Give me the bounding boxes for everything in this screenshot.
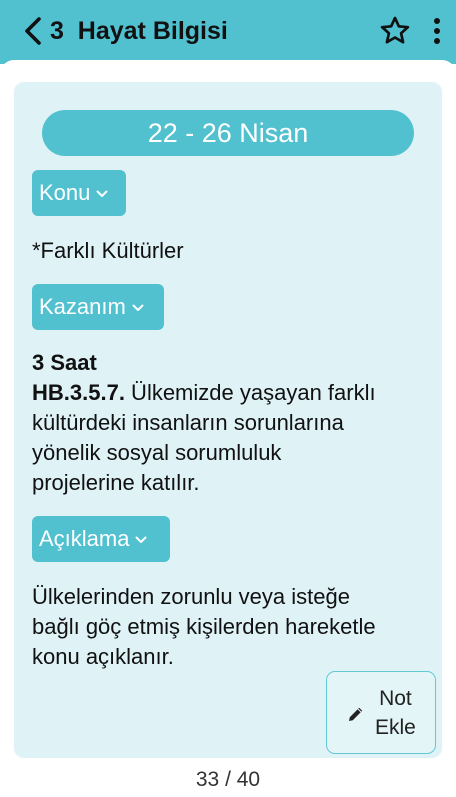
chevron-down-icon xyxy=(135,536,147,544)
outcome-text: 3 Saat HB.3.5.7. Ülkemizde yaşayan farkl… xyxy=(32,348,432,498)
outcome-toggle-button[interactable]: Kazanım xyxy=(32,284,164,330)
outcome-code: HB.3.5.7. xyxy=(32,380,125,405)
topic-text: *Farklı Kültürler xyxy=(32,238,184,263)
outcome-line-2: kültürdeki insanların sorunlarına xyxy=(32,410,344,435)
chevron-down-icon xyxy=(132,304,144,312)
page-title: 3 Hayat Bilgisi xyxy=(50,17,228,45)
more-vertical-icon xyxy=(434,18,440,44)
add-note-label: Not Ekle xyxy=(375,684,416,742)
explanation-line-2: bağlı göç etmiş kişilerden hareketle xyxy=(32,614,376,639)
add-note-line-2: Ekle xyxy=(375,716,416,739)
add-note-button[interactable]: Not Ekle xyxy=(326,671,436,754)
explanation-line-1: Ülkelerinden zorunlu veya isteğe xyxy=(32,584,350,609)
favorite-button[interactable] xyxy=(376,12,414,50)
date-range-pill: 22 - 26 Nisan xyxy=(42,110,414,156)
outcome-line-3: yönelik sosyal sorumluluk xyxy=(32,440,282,465)
app-bar: 3 Hayat Bilgisi xyxy=(0,0,456,64)
outcome-hours: 3 Saat xyxy=(32,350,97,375)
outcome-label: Kazanım xyxy=(39,294,126,319)
topic-toggle-button[interactable]: Konu xyxy=(32,170,126,216)
outcome-line-1: HB.3.5.7. Ülkemizde yaşayan farklı xyxy=(32,378,432,408)
star-outline-icon xyxy=(380,16,410,44)
chevron-down-icon xyxy=(96,190,108,198)
pencil-icon xyxy=(347,705,365,728)
topic-label: Konu xyxy=(39,180,91,205)
back-button[interactable] xyxy=(18,13,48,49)
page-indicator: 33 / 40 xyxy=(195,768,261,791)
more-options-button[interactable] xyxy=(424,12,450,50)
outcome-line-1-rest: Ülkemizde yaşayan farklı xyxy=(124,380,376,405)
explanation-toggle-button[interactable]: Açıklama xyxy=(32,516,170,562)
outcome-line-4: projelerine katılır. xyxy=(32,470,200,495)
chevron-left-icon xyxy=(25,17,41,45)
add-note-line-1: Not xyxy=(379,687,412,710)
explanation-label: Açıklama xyxy=(39,526,130,551)
explanation-line-3: konu açıklanır. xyxy=(32,644,174,669)
explanation-text: Ülkelerinden zorunlu veya isteğe bağlı g… xyxy=(32,582,432,672)
